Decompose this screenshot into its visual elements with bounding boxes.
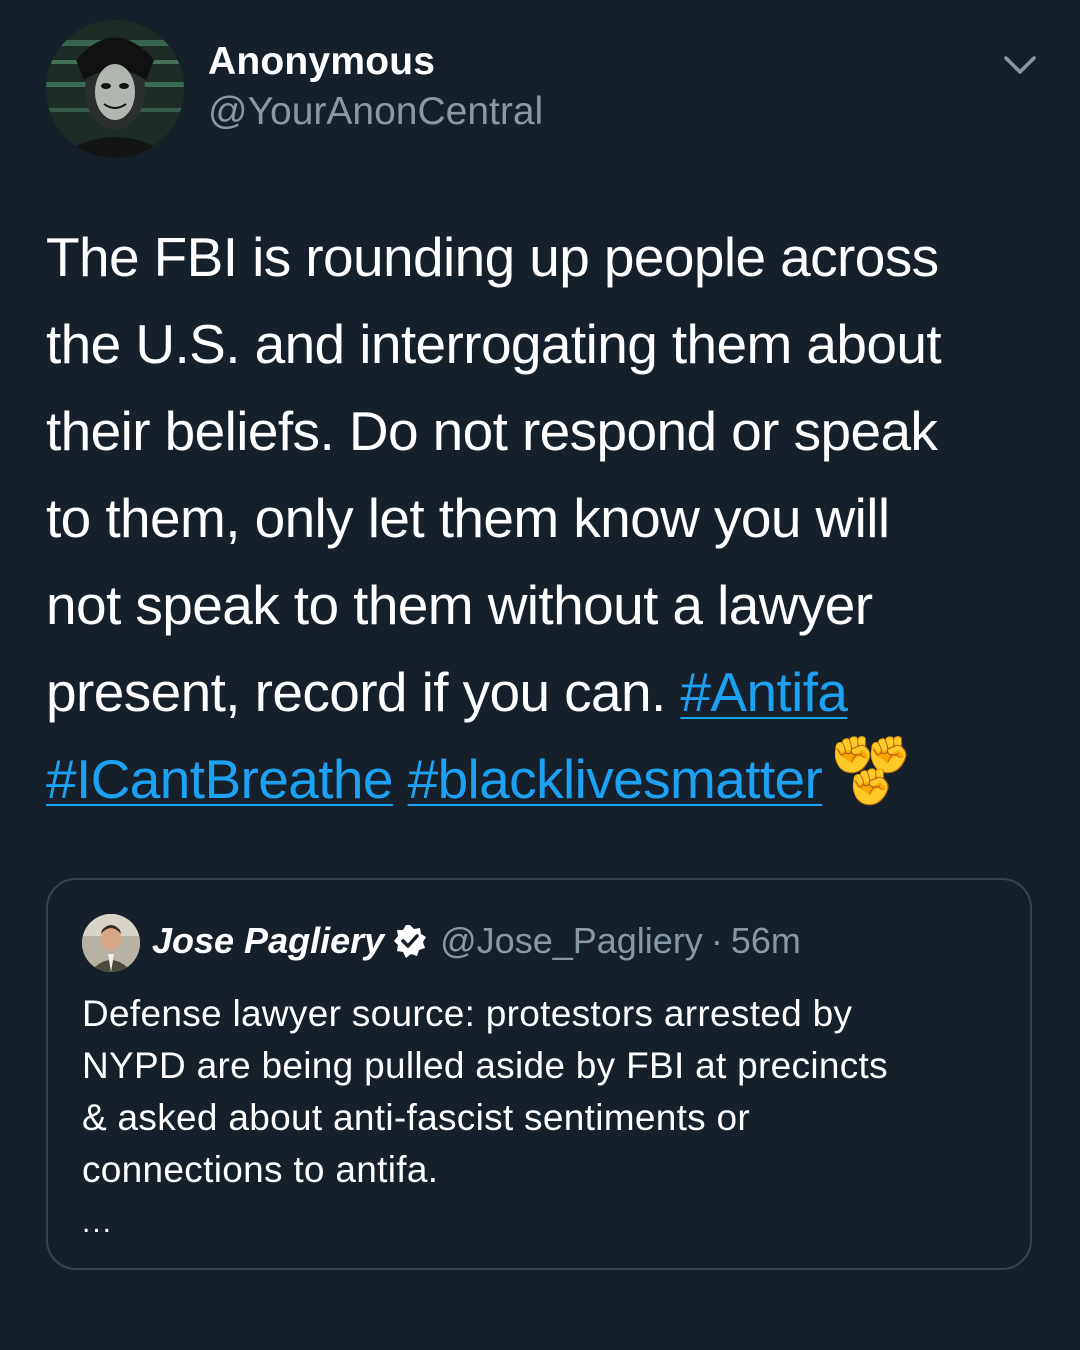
tweet: Anonymous @YourAnonCentral The FBI is ro… (0, 0, 1080, 1350)
quoted-author-name[interactable]: Jose Pagliery (152, 920, 384, 962)
separator-dot: · (710, 920, 723, 961)
person-avatar-image (82, 914, 140, 972)
hashtag-icantbreathe-link[interactable]: #ICantBreathe (46, 748, 393, 810)
quoted-tweet-card[interactable]: Jose Pagliery @Jose_Pagliery · 56m Defen… (46, 878, 1032, 1270)
quoted-text-line: NYPD are being pulled aside by FBI at pr… (82, 1045, 888, 1086)
tweet-text: The FBI is rounding up people across the… (46, 214, 1056, 823)
tweet-text-line-with-hashtag: present, record if you can. #Antifa (46, 649, 1056, 736)
tweet-text-line: The FBI is rounding up people across (46, 226, 939, 288)
quoted-author-handle[interactable]: @Jose_Pagliery (440, 920, 703, 962)
author-avatar[interactable] (46, 20, 184, 158)
author-display-name[interactable]: Anonymous (208, 40, 435, 84)
anonymous-mask-avatar-image (46, 20, 184, 158)
hashtag-blacklivesmatter-link[interactable]: #blacklivesmatter (408, 748, 823, 810)
quoted-text-line: connections to antifa. (82, 1149, 439, 1190)
tweet-text-line: their beliefs. Do not respond or speak (46, 400, 938, 462)
verified-badge-icon (392, 923, 428, 959)
quoted-author-avatar[interactable] (82, 914, 140, 972)
quoted-tweet-more-ellipsis[interactable]: ... (82, 1206, 113, 1240)
tweet-text-line: to them, only let them know you will (46, 487, 890, 549)
raised-fists-emoji: ✊ ✊ ✊ (828, 738, 911, 808)
quoted-text-line: Defense lawyer source: protestors arrest… (82, 993, 853, 1034)
quoted-tweet-text: Defense lawyer source: protestors arrest… (82, 988, 1012, 1196)
chevron-down-icon[interactable] (1000, 48, 1040, 84)
hashtag-antifa-link[interactable]: #Antifa (680, 661, 848, 723)
author-handle[interactable]: @YourAnonCentral (208, 90, 543, 134)
quoted-tweet-header: Jose Pagliery @Jose_Pagliery · 56m (152, 920, 801, 962)
hashtag-line: #ICantBreathe #blacklivesmatter ✊ ✊ ✊ (46, 736, 1056, 823)
quoted-text-line: & asked about anti-fascist sentiments or (82, 1097, 751, 1138)
tweet-text-line: not speak to them without a lawyer (46, 574, 873, 636)
raised-fist-icon: ✊ (848, 767, 893, 808)
quoted-tweet-time[interactable]: 56m (731, 920, 801, 962)
tweet-text-line: the U.S. and interrogating them about (46, 313, 942, 375)
tweet-text-line: present, record if you can. (46, 661, 681, 723)
